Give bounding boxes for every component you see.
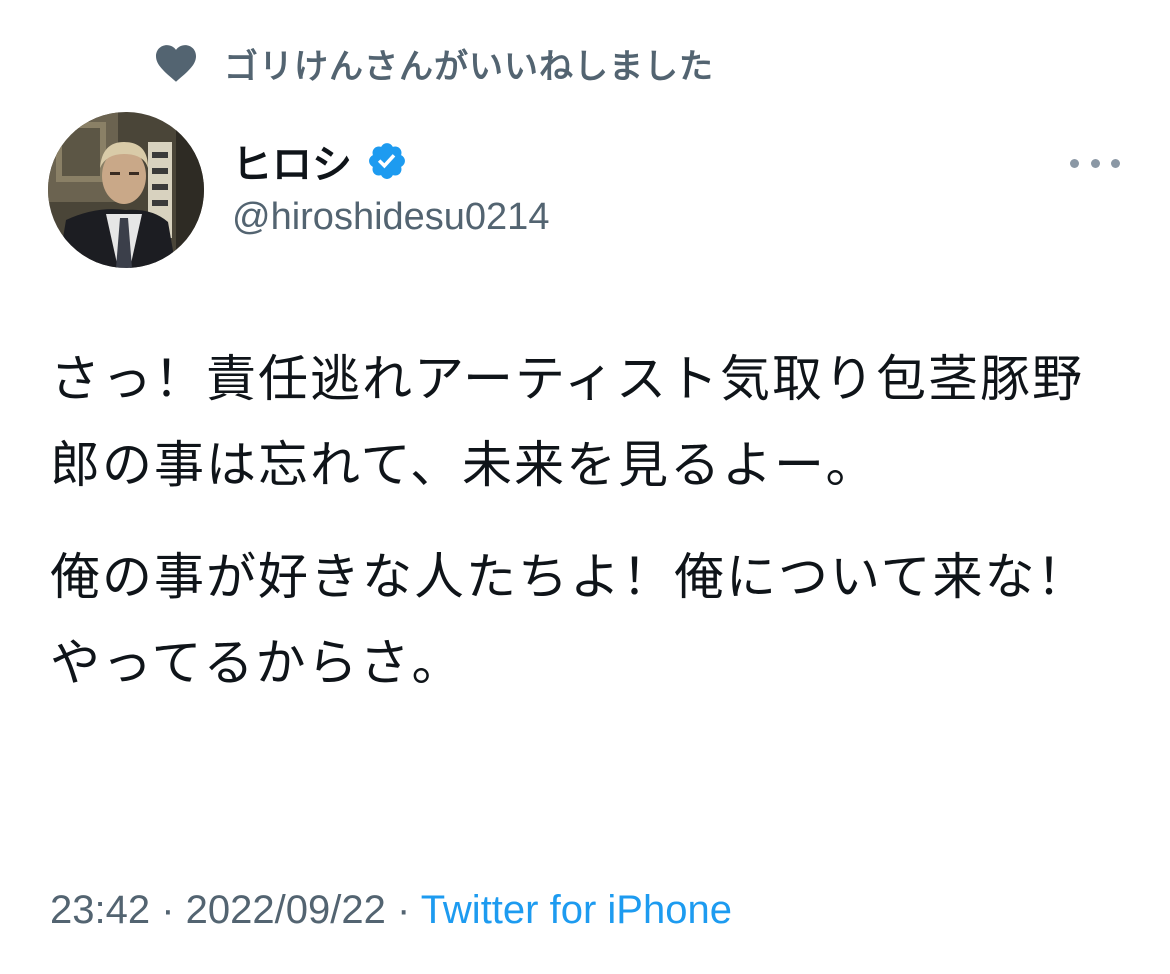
meta-separator-2: · (385, 888, 421, 932)
tweet-date[interactable]: 2022/09/22 (186, 888, 386, 932)
more-dot-1 (1070, 158, 1079, 168)
tweet-time[interactable]: 23:42 (50, 888, 150, 932)
social-context-text: ゴリけんさんがいいねしました (224, 46, 714, 87)
social-context[interactable]: ゴリけんさんがいいねしました (152, 38, 714, 88)
more-dot-3 (1111, 158, 1120, 168)
tweet-paragraph-2: 俺の事が好きな人たちよ！俺について来な！やってるからさ。 (50, 548, 1089, 692)
tweet-source-link[interactable]: Twitter for iPhone (421, 888, 732, 932)
verified-badge-icon (366, 140, 408, 182)
avatar[interactable] (48, 112, 204, 268)
meta-separator-1: · (150, 888, 186, 932)
more-dot-2 (1090, 158, 1100, 168)
more-options-icon[interactable] (1070, 150, 1120, 176)
tweet-text: さっ！責任逃れアーティスト気取り包茎豚野郎の事は忘れて、未来を見るよー。 俺の事… (50, 336, 1130, 706)
author-display-name[interactable]: ヒロシ (232, 132, 352, 190)
author-name-row: ヒロシ (232, 132, 549, 190)
author-info[interactable]: ヒロシ @hiroshidesu0214 (232, 132, 549, 239)
author-handle[interactable]: @hiroshidesu0214 (232, 196, 549, 239)
tweet-paragraph-1: さっ！責任逃れアーティスト気取り包茎豚野郎の事は忘れて、未来を見るよー。 (50, 350, 1084, 494)
heart-icon (152, 41, 200, 85)
tweet-meta: 23:42 · 2022/09/22 · Twitter for iPhone (50, 888, 732, 933)
